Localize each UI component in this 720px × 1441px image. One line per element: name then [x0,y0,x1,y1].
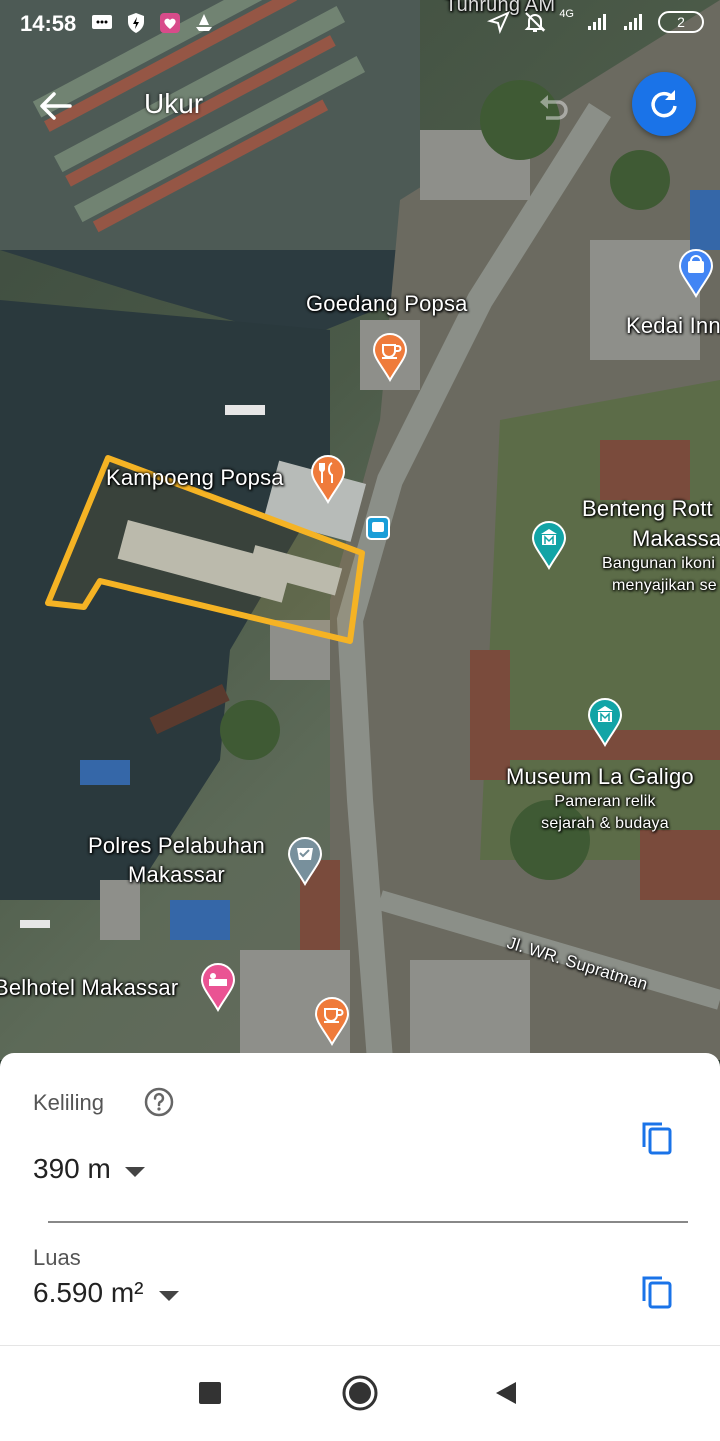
status-time: 14:58 [20,11,77,36]
hotel-pin-icon[interactable] [200,962,236,1012]
area-label: Luas [33,1245,81,1270]
map-label-kedai[interactable]: Kedai Inn [626,313,720,338]
signal-icon [588,14,606,30]
page-title: Ukur [144,88,204,119]
refresh-icon [651,90,677,118]
arrow-left-icon[interactable] [32,82,80,130]
police-pin-icon[interactable] [287,836,323,886]
circle-icon[interactable] [340,1373,380,1413]
system-nav-bar [0,1345,720,1441]
restaurant-pin-icon[interactable] [310,454,346,504]
undo-icon[interactable] [530,84,574,128]
refresh-button[interactable] [632,72,696,136]
map-label-museum[interactable]: Museum La Galigo [506,764,694,789]
map-label-benteng-desc-1: Bangunan ikoni [602,555,716,572]
network-type: 4G [559,8,574,20]
notifications-off-icon [524,12,546,32]
perimeter-label: Keliling [33,1090,104,1115]
copy-icon-2[interactable] [638,1273,678,1313]
cafe-pin-icon-2[interactable] [314,996,350,1046]
copy-icon[interactable] [638,1119,678,1159]
satellite-map[interactable]: Tunrung AM Goedang Popsa Kedai Inn Kampo… [0,0,720,1060]
map-imagery [0,0,720,1060]
area-value[interactable]: 6.590 m² [33,1277,144,1309]
map-label-benteng-desc-2: menyajikan se [612,577,717,594]
map-label-museum-desc-1: Pameran relik [554,793,656,810]
museum-la-galigo-pin-icon[interactable] [587,697,623,747]
ship-icon [196,14,212,31]
message-icon [92,15,112,29]
shopping-pin-icon[interactable] [678,248,714,298]
map-label-polres-1[interactable]: Polres Pelabuhan [88,833,265,858]
status-bar: 14:58 4G 2 [0,0,720,48]
perimeter-unit-dropdown-icon[interactable] [125,1167,145,1177]
map-label-kampoeng[interactable]: Kampoeng Popsa [106,465,284,490]
map-label-polres-2[interactable]: Makassar [128,862,225,887]
app-heart-icon [160,13,180,33]
perimeter-value[interactable]: 390 m [33,1153,111,1185]
location-arrow-icon [487,11,511,34]
museum-pin-icon[interactable] [531,520,567,570]
map-label-benteng-1[interactable]: Benteng Rott [582,496,713,521]
help-circle-icon[interactable] [143,1086,175,1118]
map-label-hotel[interactable]: Belhotel Makassar [0,975,178,1000]
battery-indicator: 2 [658,11,704,33]
square-icon[interactable] [196,1379,224,1407]
map-label-goedang[interactable]: Goedang Popsa [306,291,468,316]
signal-icon-2 [624,14,642,30]
area-unit-dropdown-icon[interactable] [159,1291,179,1301]
map-label-benteng-2[interactable]: Makassa [632,526,720,551]
divider [48,1221,688,1223]
measurement-sheet: Keliling 390 m Luas 6.590 m² [0,1053,720,1345]
map-label-museum-desc-2: sejarah & budaya [541,815,669,832]
shield-bolt-icon [128,13,144,33]
cafe-pin-icon[interactable] [372,332,408,382]
triangle-back-icon[interactable] [492,1379,520,1407]
bus-stop-icon[interactable] [366,516,390,540]
